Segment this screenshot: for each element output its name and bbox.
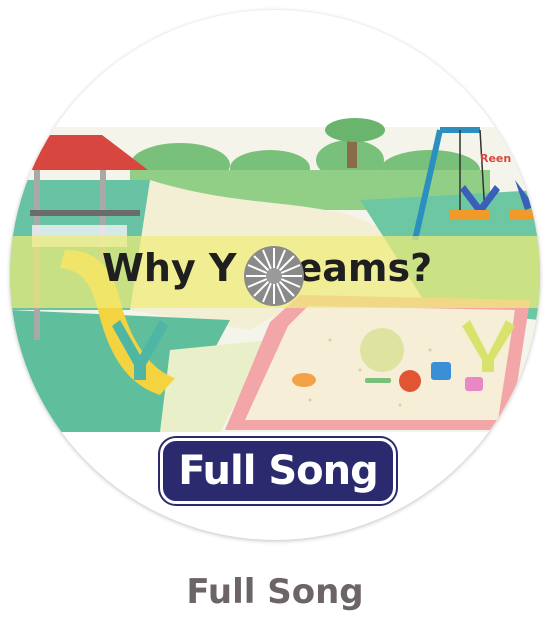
thumbnail-caption[interactable]: Full Song <box>0 572 550 612</box>
full-song-badge: Full Song <box>160 438 396 504</box>
logo-right: Reen <box>480 152 511 165</box>
logo-left: LITERACY <box>46 156 95 166</box>
full-song-badge-label: Full Song <box>178 448 379 494</box>
spinner-icon <box>244 246 304 306</box>
full-song-thumbnail[interactable]: LITERACY Reen Why Yeams? Full Song <box>10 10 540 540</box>
